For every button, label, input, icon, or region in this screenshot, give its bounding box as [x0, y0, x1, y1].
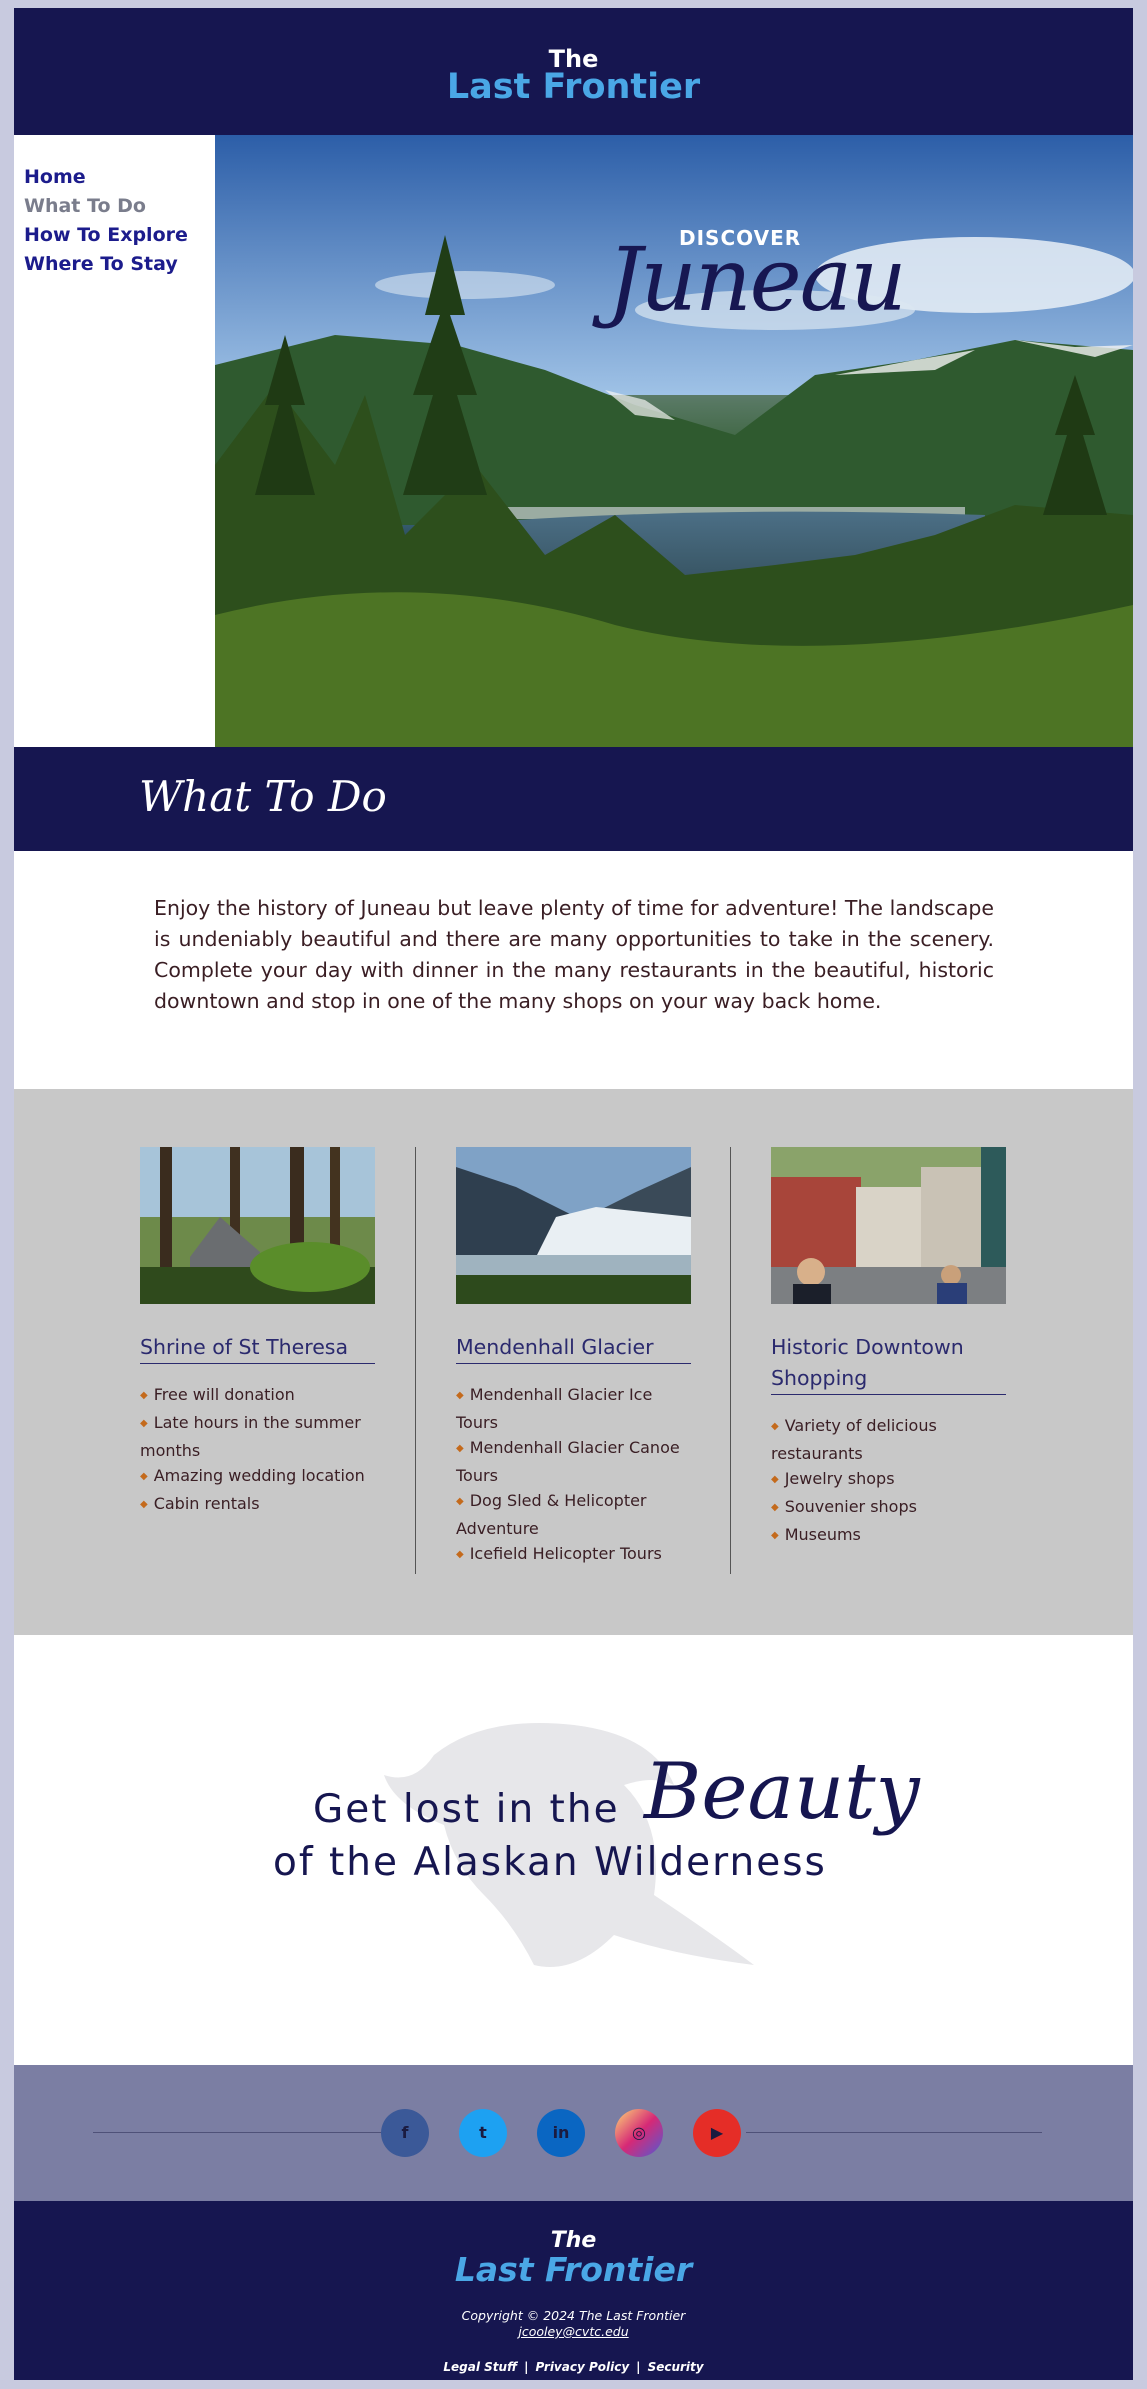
activity-list: ◆ Variety of delicious restaurants ◆ Jewel…	[771, 1413, 1006, 1550]
footer-separator: |	[636, 2360, 641, 2374]
bullet-icon: ◆	[140, 1418, 148, 1429]
list-item: ◆ Amazing wedding location	[140, 1466, 365, 1485]
activities-section: Shrine of St Theresa ◆ Free will donation…	[14, 1089, 1133, 1635]
list-item: ◆ Variety of delicious restaurants	[771, 1416, 937, 1463]
bullet-icon: ◆	[771, 1474, 779, 1485]
glacier-photo	[456, 1147, 691, 1304]
list-item: ◆ Souvenier shops	[771, 1497, 917, 1516]
section-banner: What To Do	[14, 747, 1133, 851]
list-item: ◆ Mendenhall Glacier Ice Tours	[456, 1385, 653, 1432]
bullet-icon: ◆	[456, 1496, 464, 1507]
site-footer: The Last Frontier Copyright © 2024 The L…	[14, 2201, 1133, 2380]
activity-card-downtown: Historic Downtown Shopping ◆ Variety of d…	[771, 1147, 1006, 1550]
tagline-line-1: Get lost in the	[313, 1787, 620, 1832]
footer-email-link[interactable]: jcooley@cvtc.edu	[14, 2324, 1133, 2340]
security-link[interactable]: Security	[648, 2360, 704, 2374]
site-header: The Last Frontier	[14, 8, 1133, 135]
intro-paragraph: Enjoy the history of Juneau but leave pl…	[154, 896, 994, 1013]
list-item: ◆ Jewelry shops	[771, 1469, 895, 1488]
twitter-icon[interactable]: t	[459, 2109, 507, 2157]
tagline-line-2: of the Alaskan Wilderness	[273, 1840, 827, 1885]
footer-brand-line-2[interactable]: Last Frontier	[14, 2251, 1133, 2289]
list-item: ◆ Free will donation	[140, 1385, 295, 1404]
social-divider-right	[746, 2132, 1042, 2133]
tagline-section: Get lost in the Beauty of the Alaskan Wi…	[14, 1635, 1133, 2065]
list-item: ◆ Icefield Helicopter Tours	[456, 1544, 662, 1563]
section-title: What To Do	[139, 772, 387, 821]
privacy-link[interactable]: Privacy Policy	[535, 2360, 629, 2374]
tagline-accent: Beauty	[644, 1747, 920, 1837]
social-bar: f t in ◎ ▶	[14, 2065, 1133, 2201]
bullet-icon: ◆	[140, 1390, 148, 1401]
hero-title: Juneau	[607, 228, 907, 331]
shrine-photo	[140, 1147, 375, 1304]
list-item: ◆ Mendenhall Glacier Canoe Tours	[456, 1438, 680, 1485]
hero-image: DISCOVER Juneau	[215, 135, 1133, 747]
side-nav: Home What To Do How To Explore Where To …	[14, 135, 215, 747]
activity-list: ◆ Mendenhall Glacier Ice Tours ◆ Mendenhal…	[456, 1382, 691, 1569]
activity-card-shrine: Shrine of St Theresa ◆ Free will donation…	[140, 1147, 375, 1519]
downtown-photo	[771, 1147, 1006, 1304]
bullet-icon: ◆	[140, 1471, 148, 1482]
social-divider-left	[93, 2132, 383, 2133]
activity-card-glacier: Mendenhall Glacier ◆ Mendenhall Glacier I…	[456, 1147, 691, 1569]
bullet-icon: ◆	[771, 1502, 779, 1513]
nav-item-how-to-explore[interactable]: How To Explore	[24, 223, 188, 247]
bullet-icon: ◆	[771, 1530, 779, 1541]
activity-card-title: Shrine of St Theresa	[140, 1332, 375, 1364]
footer-links: Legal Stuff | Privacy Policy | Security	[14, 2359, 1133, 2375]
instagram-icon[interactable]: ◎	[615, 2109, 663, 2157]
nav-item-home[interactable]: Home	[24, 165, 86, 189]
list-item: ◆ Late hours in the summer months	[140, 1413, 361, 1460]
bullet-icon: ◆	[456, 1443, 464, 1454]
activity-card-title: Historic Downtown Shopping	[771, 1332, 1006, 1395]
youtube-icon[interactable]: ▶	[693, 2109, 741, 2157]
list-item: ◆ Cabin rentals	[140, 1494, 260, 1513]
list-item: ◆ Dog Sled & Helicopter Adventure	[456, 1491, 647, 1538]
linkedin-icon[interactable]: in	[537, 2109, 585, 2157]
column-divider	[415, 1147, 416, 1574]
bullet-icon: ◆	[456, 1390, 464, 1401]
bullet-icon: ◆	[140, 1499, 148, 1510]
footer-separator: |	[524, 2360, 529, 2374]
bullet-icon: ◆	[456, 1549, 464, 1560]
column-divider	[730, 1147, 731, 1574]
bullet-icon: ◆	[771, 1421, 779, 1432]
facebook-icon[interactable]: f	[381, 2109, 429, 2157]
legal-link[interactable]: Legal Stuff	[443, 2360, 517, 2374]
nav-item-where-to-stay[interactable]: Where To Stay	[24, 252, 178, 276]
brand-line-2[interactable]: Last Frontier	[14, 68, 1133, 106]
list-item: ◆ Museums	[771, 1525, 861, 1544]
activity-card-title: Mendenhall Glacier	[456, 1332, 691, 1364]
nav-item-what-to-do[interactable]: What To Do	[24, 194, 146, 218]
page: The Last Frontier Home What To Do How To…	[14, 8, 1133, 2380]
footer-copyright: Copyright © 2024 The Last Frontier	[461, 2308, 686, 2323]
activity-list: ◆ Free will donation ◆ Late hours in the s…	[140, 1382, 375, 1519]
hero-landscape	[215, 135, 1133, 747]
